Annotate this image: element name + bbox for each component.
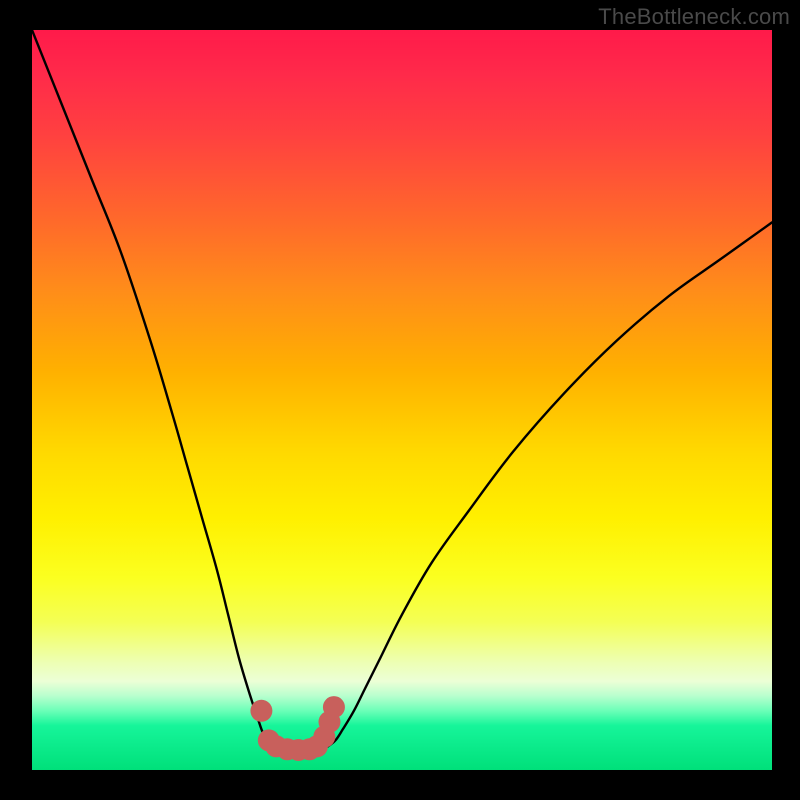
plot-area xyxy=(32,30,772,770)
curve-left-curve xyxy=(32,30,271,746)
chart-frame: TheBottleneck.com xyxy=(0,0,800,800)
data-dot xyxy=(323,696,345,718)
curves-svg xyxy=(32,30,772,770)
watermark-text: TheBottleneck.com xyxy=(598,4,790,30)
data-dot xyxy=(250,700,272,722)
curve-right-curve xyxy=(328,222,772,746)
